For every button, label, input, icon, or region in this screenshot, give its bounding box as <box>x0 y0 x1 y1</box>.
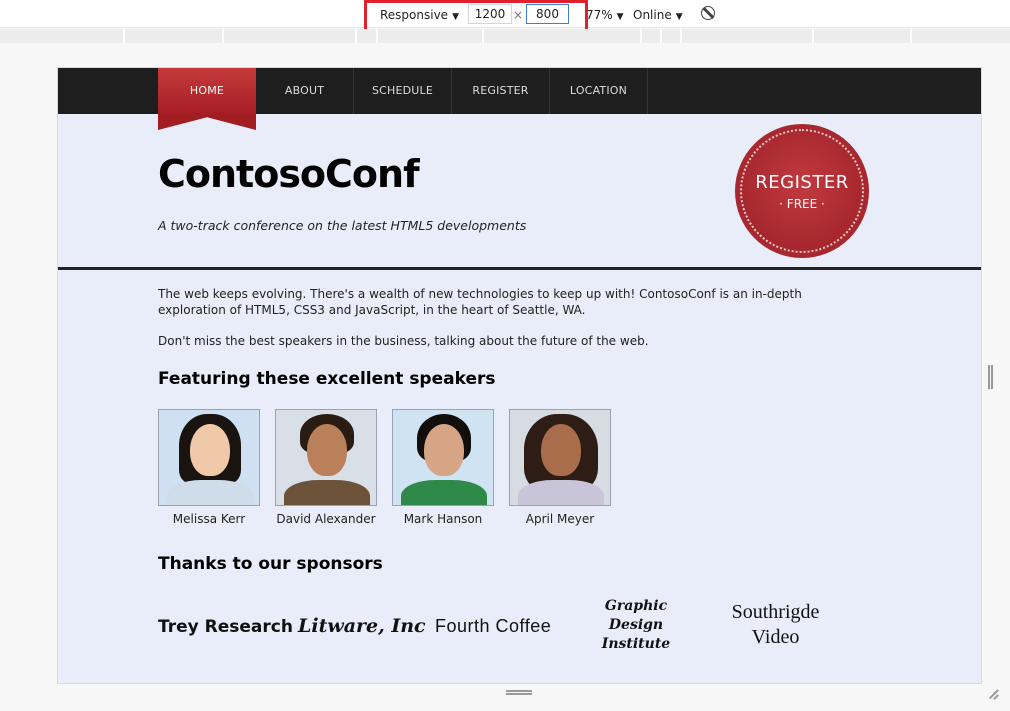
speaker-name: April Meyer <box>525 512 595 526</box>
device-select-label: Responsive <box>380 8 449 22</box>
speakers-heading: Featuring these excellent speakers <box>158 369 496 389</box>
site-tagline: A two-track conference on the latest HTM… <box>158 218 527 233</box>
network-select-label: Online <box>633 8 672 22</box>
speakers-teaser: Don't miss the best speakers in the busi… <box>158 334 649 348</box>
site-title: ContosoConf <box>158 152 420 196</box>
nav-schedule[interactable]: SCHEDULE <box>354 68 452 114</box>
dimension-separator: × <box>513 8 524 22</box>
device-select[interactable]: Responsive ▼ <box>380 6 459 24</box>
sponsor-logo[interactable]: Fourth Coffee <box>435 616 551 637</box>
nav-active-ribbon <box>158 114 256 130</box>
viewport-width-input[interactable]: 1200 <box>468 4 512 24</box>
speaker-photo <box>158 409 260 506</box>
chevron-down-icon: ▼ <box>675 12 683 22</box>
zoom-select[interactable]: 77% ▼ <box>586 6 624 24</box>
speaker-photo <box>275 409 377 506</box>
sponsors-heading: Thanks to our sponsors <box>158 554 383 574</box>
speaker-card[interactable]: Mark Hanson <box>392 409 494 526</box>
nav-location[interactable]: LOCATION <box>550 68 648 114</box>
zoom-select-label: 77% <box>586 8 613 22</box>
speaker-name: David Alexander <box>276 512 376 526</box>
register-badge-inner: REGISTER · FREE · <box>740 129 864 253</box>
chevron-down-icon: ▼ <box>452 12 459 22</box>
register-free-badge[interactable]: REGISTER · FREE · <box>735 124 869 258</box>
speaker-photo <box>509 409 611 506</box>
viewport-resize-corner[interactable] <box>984 686 998 700</box>
site-nav: HOME ABOUT SCHEDULE REGISTER LOCATION <box>58 68 981 114</box>
sponsor-logo[interactable]: Southrigde Video <box>713 600 838 650</box>
speaker-photo <box>392 409 494 506</box>
viewport-resize-handle-bottom[interactable] <box>506 690 532 695</box>
rotate-icon[interactable] <box>701 6 715 20</box>
network-throttle-select[interactable]: Online ▼ <box>633 6 683 24</box>
emulated-viewport: HOME ABOUT SCHEDULE REGISTER LOCATION Co… <box>57 67 982 684</box>
nav-register[interactable]: REGISTER <box>452 68 550 114</box>
nav-home[interactable]: HOME <box>158 68 256 114</box>
viewport-resize-handle-right[interactable] <box>988 365 993 389</box>
speaker-card[interactable]: April Meyer <box>509 409 611 526</box>
sponsor-logo[interactable]: Trey Research <box>158 617 293 637</box>
speaker-card[interactable]: Melissa Kerr <box>158 409 260 526</box>
intro-paragraph: The web keeps evolving. There's a wealth… <box>158 287 802 317</box>
badge-free-label: · FREE · <box>779 196 825 211</box>
sponsor-logo[interactable]: Graphic Design Institute <box>591 597 681 654</box>
badge-register-label: REGISTER <box>755 171 849 193</box>
viewport-height-input[interactable]: 800 <box>526 4 569 24</box>
speaker-card[interactable]: David Alexander <box>275 409 377 526</box>
nav-about[interactable]: ABOUT <box>256 68 354 114</box>
media-query-ruler[interactable] <box>0 29 1010 43</box>
devtools-toolbar: Responsive ▼ 1200 × 800 77% ▼ Online ▼ <box>0 0 1010 28</box>
chevron-down-icon: ▼ <box>616 12 624 22</box>
speaker-name: Mark Hanson <box>403 512 483 526</box>
sponsor-logo[interactable]: Litware, Inc <box>298 615 426 637</box>
header-divider <box>58 267 981 270</box>
speaker-name: Melissa Kerr <box>172 512 246 526</box>
